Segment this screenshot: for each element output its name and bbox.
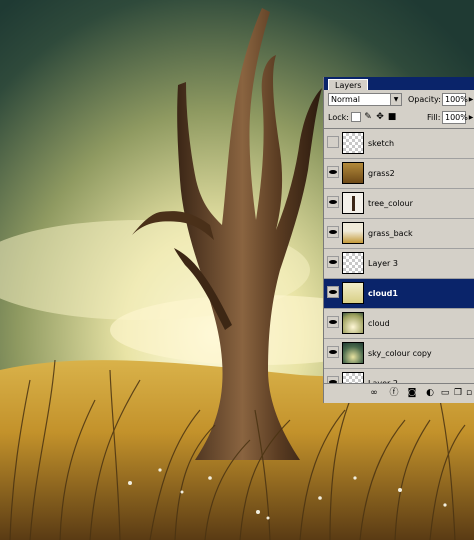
fill-field[interactable]: 100% — [442, 111, 468, 124]
layer-row[interactable]: grass_back — [324, 219, 474, 249]
blend-opacity-row: Normal ▼ Opacity: 100% ▶ — [328, 93, 474, 108]
layer-thumbnail[interactable] — [342, 342, 364, 364]
eye-pupil — [329, 290, 337, 294]
eye-icon[interactable] — [327, 346, 339, 358]
eye-icon[interactable] — [327, 316, 339, 328]
eye-icon[interactable] — [327, 166, 339, 178]
thumbnail-fill — [343, 313, 363, 333]
thumbnail-fill — [343, 343, 363, 363]
layer-row[interactable]: cloud1 — [324, 279, 474, 309]
tab-layers[interactable]: Layers — [328, 79, 369, 90]
thumbnail-fill — [343, 133, 363, 153]
lock-transparency-icon[interactable] — [351, 112, 361, 122]
layer-thumbnail[interactable] — [342, 162, 364, 184]
layer-row[interactable]: tree_colour — [324, 189, 474, 219]
layer-name: Layer 3 — [368, 259, 398, 268]
layer-row[interactable]: sky_colour copy — [324, 339, 474, 369]
mask-icon[interactable]: ◙ — [406, 387, 418, 399]
layer-name: cloud1 — [368, 289, 398, 298]
folder-icon[interactable]: ▭ — [439, 387, 451, 399]
eye-pupil — [329, 350, 337, 354]
thumbnail-fill — [343, 223, 363, 243]
eye-pupil — [329, 200, 337, 204]
layer-name: sky_colour copy — [368, 349, 432, 358]
opacity-label: Opacity: — [408, 95, 441, 104]
layer-thumbnail[interactable] — [342, 312, 364, 334]
layer-row[interactable]: grass2 — [324, 159, 474, 189]
link-icon[interactable]: ∞ — [368, 387, 380, 399]
layer-thumbnail[interactable] — [342, 192, 364, 214]
layer-style-icon[interactable]: ⓕ — [388, 387, 400, 399]
blend-mode-value: Normal — [331, 95, 360, 104]
layer-name: sketch — [368, 139, 395, 148]
tree-thumb-mark — [352, 196, 355, 211]
layer-thumbnail[interactable] — [342, 132, 364, 154]
layer-thumbnail[interactable] — [342, 282, 364, 304]
chevron-down-icon[interactable]: ▼ — [390, 94, 401, 105]
layer-name: grass2 — [368, 169, 395, 178]
layer-row[interactable]: Layer 3 — [324, 249, 474, 279]
panel-footer: ∞ ⓕ ◙ ◐ ▭ ❐ ▫ — [324, 383, 474, 403]
eye-pupil — [329, 170, 337, 174]
opacity-field[interactable]: 100% — [442, 93, 468, 106]
blend-mode-select[interactable]: Normal ▼ — [328, 93, 402, 106]
opacity-arrow-icon[interactable]: ▶ — [467, 93, 474, 106]
lock-all-icon[interactable]: ■ — [387, 111, 397, 123]
layer-thumbnail[interactable] — [342, 252, 364, 274]
layer-row[interactable]: sketch — [324, 129, 474, 159]
layer-name: cloud — [368, 319, 390, 328]
thumbnail-fill — [343, 163, 363, 183]
lock-fill-row: Lock: ✎ ✥ ■ Fill: 100% ▶ — [328, 111, 474, 126]
lock-label: Lock: — [328, 113, 349, 122]
thumbnail-fill — [343, 283, 363, 303]
trash-icon[interactable]: ▫ — [463, 387, 474, 399]
layers-list: sketch grass2 tree_colour grass_back Layer 3… — [324, 128, 474, 385]
layer-name: tree_colour — [368, 199, 413, 208]
adjustment-icon[interactable]: ◐ — [424, 387, 436, 399]
thumbnail-fill — [343, 193, 363, 213]
eye-icon[interactable] — [327, 136, 339, 148]
eye-pupil — [329, 260, 337, 264]
lock-position-icon[interactable]: ✥ — [375, 111, 385, 123]
fill-arrow-icon[interactable]: ▶ — [467, 111, 474, 124]
fill-label: Fill: — [427, 113, 441, 122]
eye-pupil — [329, 320, 337, 324]
layer-thumbnail[interactable] — [342, 222, 364, 244]
thumbnail-fill — [343, 253, 363, 273]
lock-image-brush-icon[interactable]: ✎ — [363, 111, 373, 123]
layer-row[interactable]: cloud — [324, 309, 474, 339]
eye-pupil — [329, 230, 337, 234]
eye-icon[interactable] — [327, 286, 339, 298]
eye-icon[interactable] — [327, 226, 339, 238]
layers-panel: Layers Normal ▼ Opacity: 100% ▶ Lock: ✎ … — [323, 77, 474, 403]
layer-name: grass_back — [368, 229, 413, 238]
eye-icon[interactable] — [327, 256, 339, 268]
eye-icon[interactable] — [327, 196, 339, 208]
panel-titlebar[interactable]: Layers — [324, 77, 474, 90]
